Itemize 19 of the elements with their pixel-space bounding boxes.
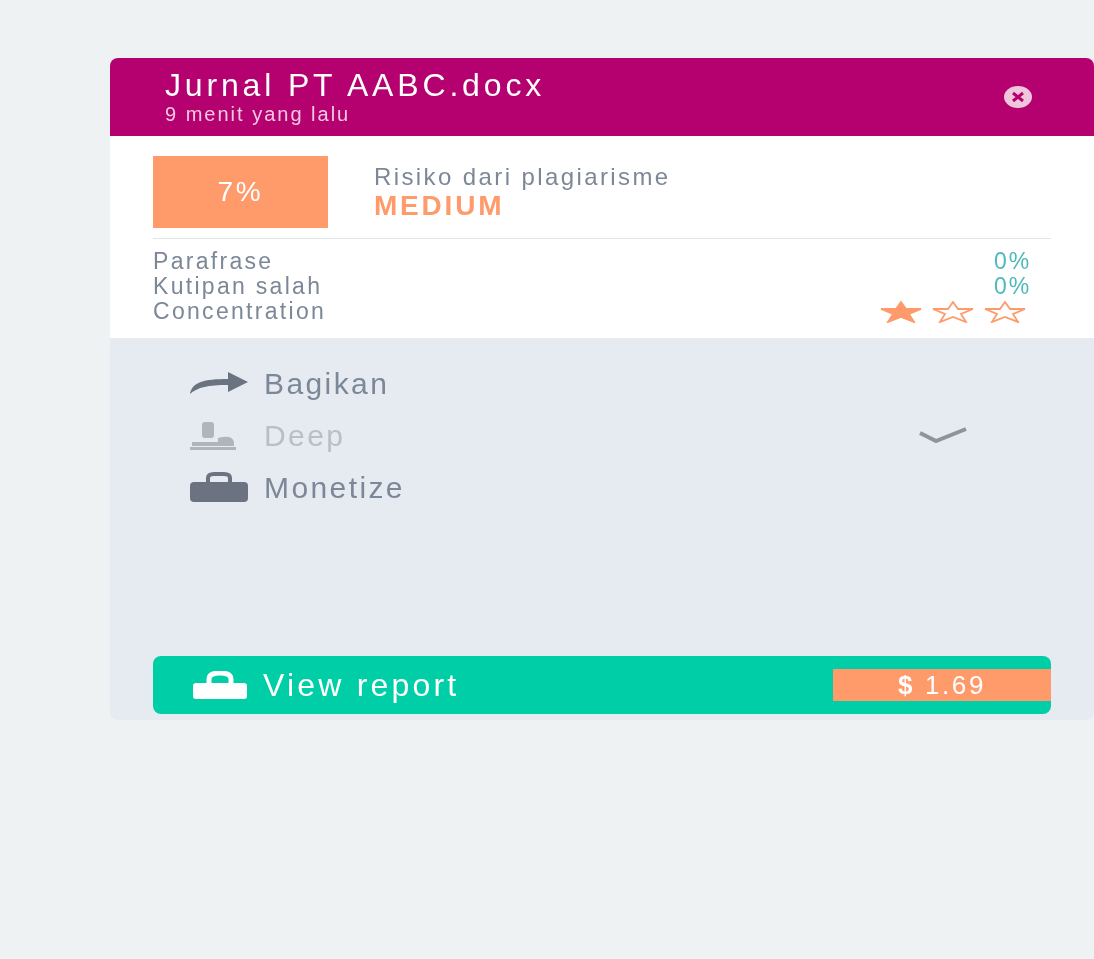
bag-icon: [188, 472, 250, 502]
close-icon[interactable]: [1004, 85, 1032, 109]
risk-label: Risiko dari plagiarisme: [374, 163, 671, 191]
metric-label: Concentration: [153, 299, 327, 324]
risk-level: MEDIUM: [374, 191, 506, 221]
view-report-button[interactable]: View report $ 1.69: [153, 656, 1051, 714]
metric-label: Kutipan salah: [153, 274, 323, 299]
metric-label: Parafrase: [153, 249, 274, 274]
metric-value: 0%: [994, 249, 1031, 274]
timestamp: 9 menit yang lalu: [165, 102, 352, 126]
action-item[interactable]: Monetize: [188, 468, 968, 506]
share-arrow-icon: [188, 370, 250, 396]
action-item[interactable]: Bagikan: [188, 364, 968, 402]
lock-icon: [191, 671, 249, 699]
metric-value: 0%: [994, 274, 1031, 299]
check-icon: [918, 427, 968, 443]
document-title: Jurnal PT AABC.docx: [165, 68, 546, 102]
score-badge: 7%: [153, 156, 328, 228]
price-tag: $ 1.69: [833, 669, 1051, 701]
